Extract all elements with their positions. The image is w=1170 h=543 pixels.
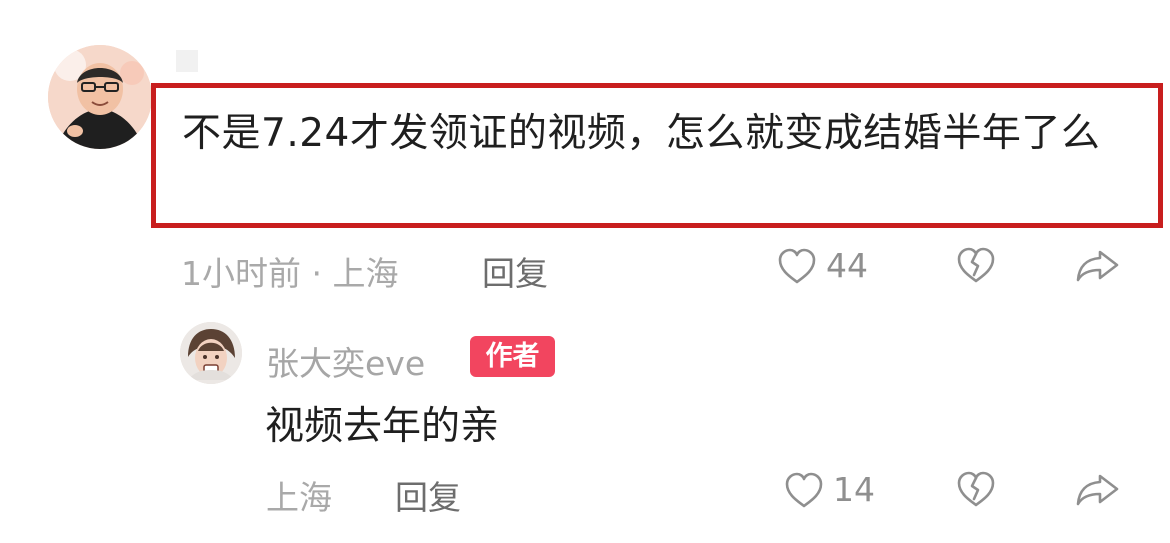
comment-time-location: 1小时前 · 上海: [181, 254, 399, 293]
share-icon: [1074, 247, 1122, 283]
avatar-reply[interactable]: [180, 322, 242, 384]
heart-icon: [776, 247, 818, 285]
cropped-header-text: [565, 0, 695, 6]
heart-icon: [783, 471, 825, 509]
comment-text: 不是7.24才发领证的视频，怎么就变成结婚半年了么: [182, 111, 1101, 156]
reply-button[interactable]: 回复: [482, 247, 548, 295]
share-icon: [1074, 471, 1122, 507]
small-decoration: [176, 50, 198, 72]
reply-share-button[interactable]: [1074, 471, 1122, 507]
reply-like-count: 14: [833, 470, 875, 509]
like-count: 44: [826, 246, 868, 285]
like-button[interactable]: 44: [776, 246, 868, 285]
reply-reply-button[interactable]: 回复: [395, 471, 461, 519]
reply-dislike-button[interactable]: [955, 470, 997, 508]
avatar-main-image: [48, 45, 152, 149]
avatar[interactable]: [48, 45, 152, 149]
dislike-button[interactable]: [955, 246, 997, 284]
reply-username[interactable]: 张大奕eve: [266, 337, 425, 385]
share-button[interactable]: [1074, 247, 1122, 283]
reply-like-button[interactable]: 14: [783, 470, 875, 509]
author-badge: 作者: [470, 336, 555, 377]
avatar-reply-image: [180, 322, 242, 384]
reply-text: 视频去年的亲: [265, 404, 500, 449]
broken-heart-icon: [955, 246, 997, 284]
reply-location: 上海: [266, 478, 332, 517]
broken-heart-icon: [955, 470, 997, 508]
